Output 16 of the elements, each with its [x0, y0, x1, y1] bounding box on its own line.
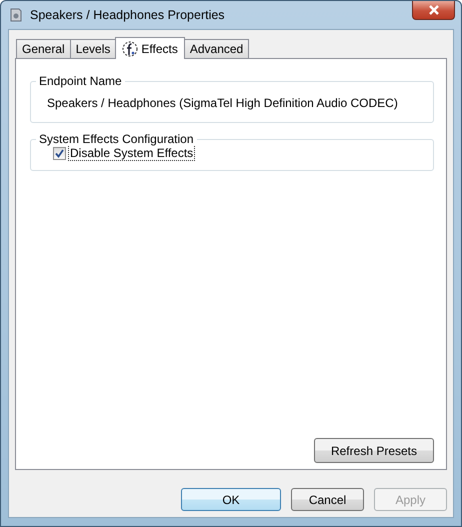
dialog-button[interactable]: Cancel — [291, 488, 364, 511]
endpoint-name: Speakers / Headphones (SigmaTel High Definition Audio CODEC) — [47, 96, 399, 110]
tab[interactable]: General — [16, 39, 71, 58]
close-button[interactable] — [412, 1, 455, 20]
window-title: Speakers / Headphones Properties — [30, 8, 226, 22]
dialog-button[interactable]: OK — [181, 488, 281, 511]
tab[interactable]: Effects — [115, 37, 185, 59]
group-title: System Effects Configuration — [36, 132, 197, 146]
tab[interactable]: Levels — [70, 39, 116, 58]
refresh-presets-button[interactable]: Refresh Presets — [314, 438, 434, 463]
speaker-icon — [10, 8, 22, 22]
tab[interactable]: Advanced — [184, 39, 250, 58]
group-title: Endpoint Name — [36, 74, 125, 88]
close-icon — [428, 5, 440, 15]
checkbox[interactable] — [53, 146, 66, 160]
checkbox-label[interactable]: Disable System Effects — [68, 145, 196, 161]
